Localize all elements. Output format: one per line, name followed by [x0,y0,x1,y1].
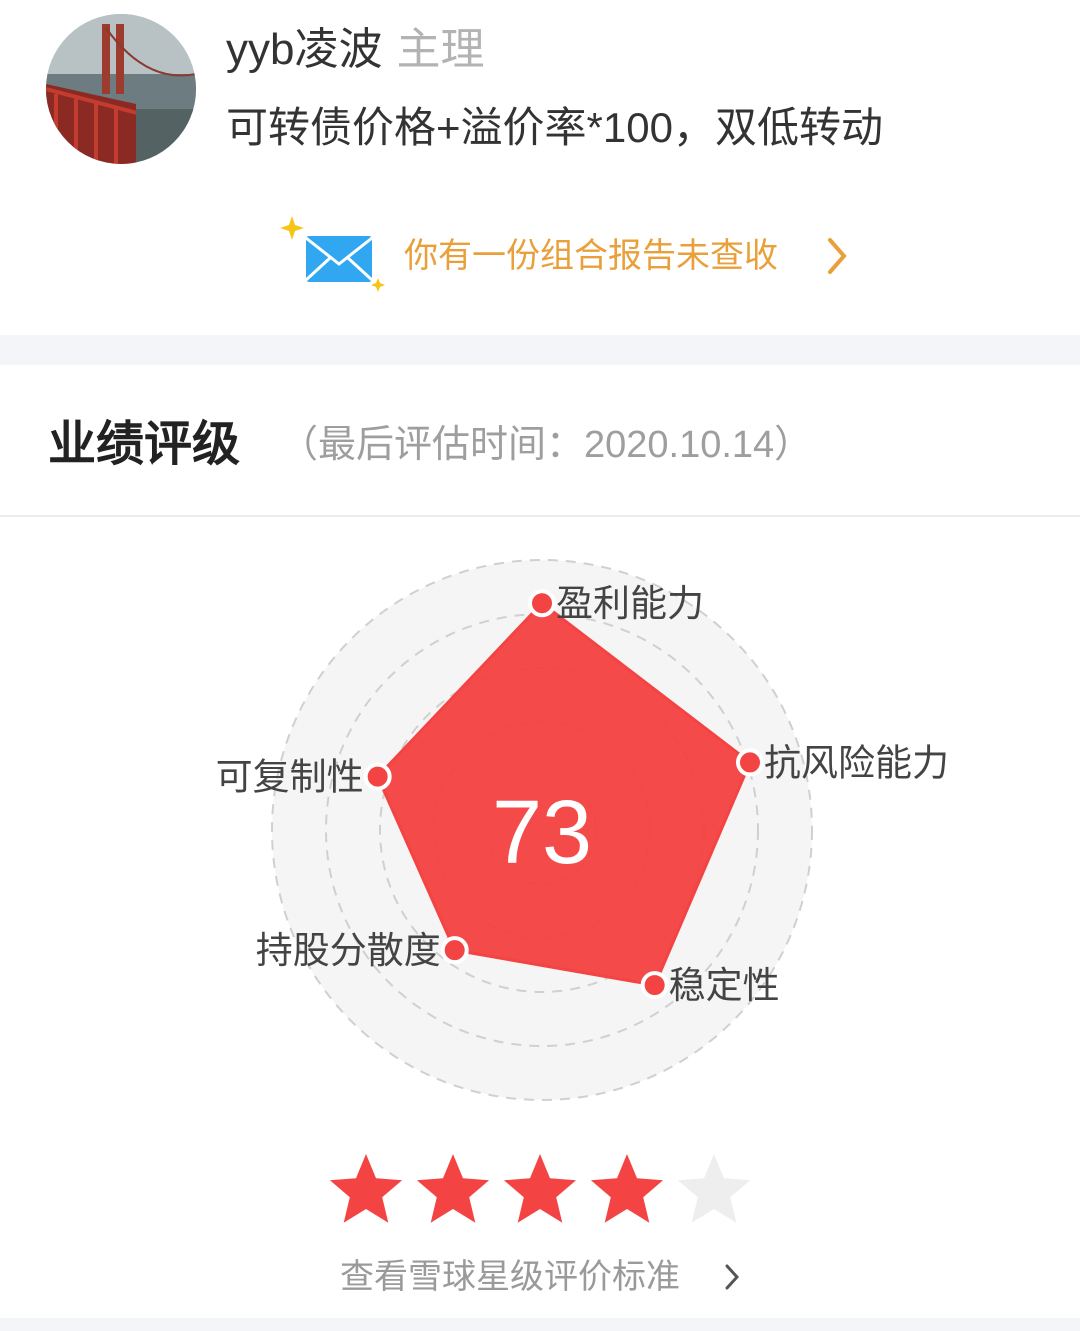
rating-header: 业绩评级 （最后评估时间：2020.10.14） [0,365,1080,517]
star-rating [326,1150,756,1230]
chevron-right-icon [828,238,847,274]
radar-point [735,748,764,777]
portfolio-header: yyb凌波 主理 可转债价格+溢价率*100，双低转动 你有一份组合报告未查收 [0,0,1080,335]
overall-score: 73 [492,783,592,883]
radar-axis-label: 持股分散度 [256,930,441,971]
avatar[interactable] [46,14,196,164]
radar-point [363,762,392,791]
unread-report-link[interactable]: 你有一份组合报告未查收 [276,212,876,298]
criteria-text: 查看雪球星级评价标准 [340,1258,680,1296]
last-evaluated-date: （最后评估时间：2020.10.14） [280,424,813,466]
star-filled-icon [590,1154,664,1223]
radar-axis-label: 可复制性 [216,757,364,798]
radar-point [528,589,556,618]
rating-criteria-link[interactable]: 查看雪球星级评价标准 [340,1252,760,1302]
radar-axis-label: 稳定性 [669,965,780,1006]
radar-axis-label: 抗风险能力 [764,742,949,783]
username[interactable]: yyb凌波 主理 [226,22,484,78]
radar-point [440,936,469,965]
star-filled-icon [416,1154,490,1223]
portfolio-description: 可转债价格+溢价率*100，双低转动 [226,104,883,151]
username-text: yyb凌波 [226,25,383,74]
section-divider [0,335,1080,365]
star-filled-icon [503,1154,577,1223]
envelope-icon [280,216,385,292]
radar-axis-label: 盈利能力 [556,583,704,624]
radar-point [640,971,669,1000]
bottom-divider [0,1318,1080,1331]
report-text: 你有一份组合报告未查收 [404,237,778,275]
role-badge: 主理 [396,25,485,74]
performance-radar-chart: 盈利能力抗风险能力稳定性 持股分散度 可复制性 73 [216,559,949,1101]
star-filled-icon [329,1154,403,1223]
chevron-right-icon [725,1264,740,1290]
rating-title: 业绩评级 [48,418,241,471]
star-empty-icon [677,1154,751,1223]
